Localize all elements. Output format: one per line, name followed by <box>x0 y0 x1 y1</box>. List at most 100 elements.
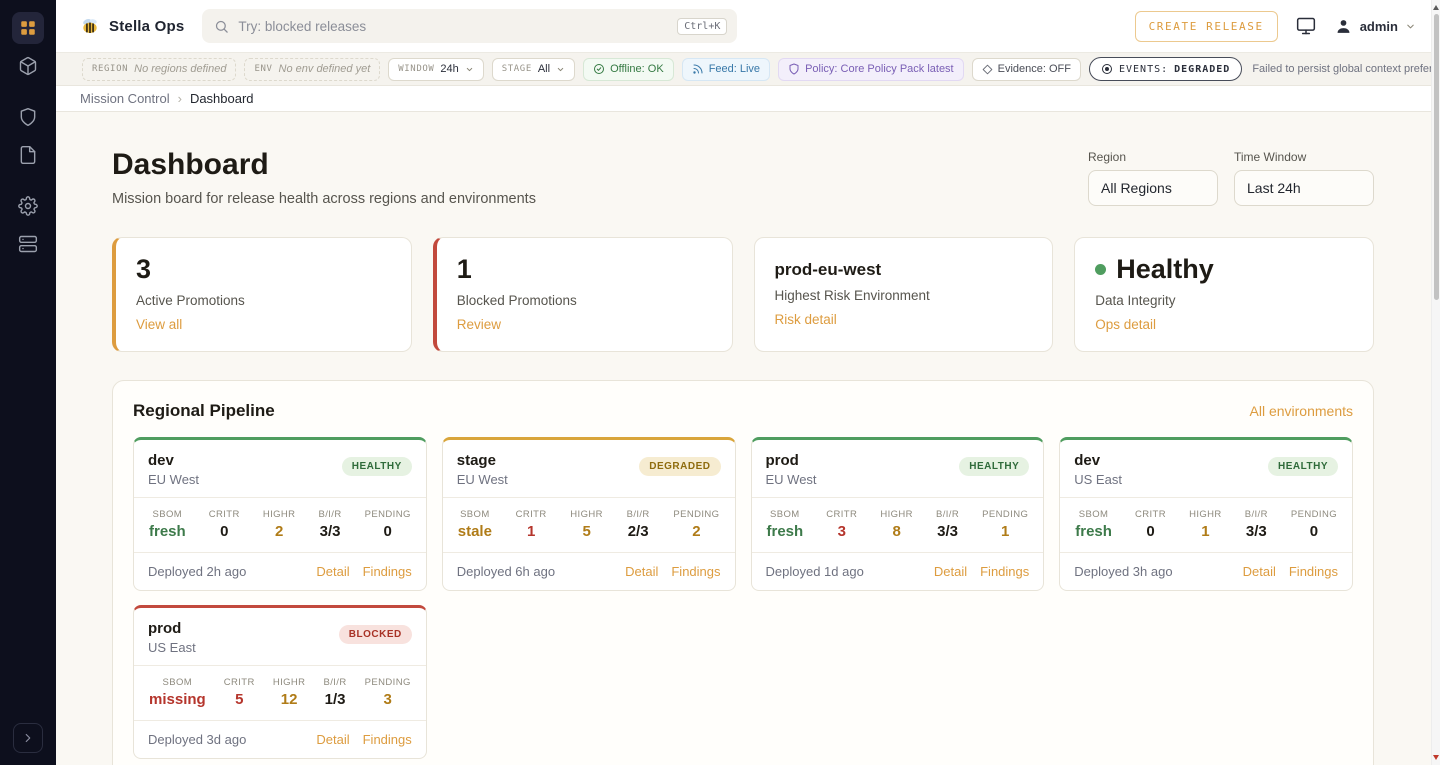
pipeline-card: dev US East HEALTHY SBOMfresh CRITR0 HIG… <box>1059 437 1353 591</box>
pipeline-card: prod EU West HEALTHY SBOMfresh CRITR3 HI… <box>751 437 1045 591</box>
window-filter-chip[interactable]: WINDOW 24h <box>388 58 483 81</box>
ops-detail-link[interactable]: Ops detail <box>1095 317 1156 332</box>
deployed-time: Deployed 2h ago <box>148 564 246 579</box>
check-circle-icon <box>593 63 605 75</box>
region-filter-chip[interactable]: REGION No regions defined <box>82 58 236 81</box>
data-integrity-card: Healthy Data Integrity Ops detail <box>1074 237 1374 352</box>
events-status-pill[interactable]: EVENTS: DEGRADED <box>1089 57 1242 81</box>
user-menu[interactable]: admin <box>1334 17 1416 36</box>
summary-cards: 3 Active Promotions View all 1 Blocked P… <box>112 237 1374 352</box>
findings-link[interactable]: Findings <box>363 732 412 747</box>
scrollbar[interactable] <box>1431 0 1440 765</box>
sbom-value: stale <box>458 523 492 540</box>
findings-link[interactable]: Findings <box>363 564 412 579</box>
evidence-status-chip[interactable]: Evidence: OFF <box>972 58 1081 81</box>
regional-pipeline-panel: Regional Pipeline All environments dev E… <box>112 380 1374 765</box>
environment-name: stage <box>457 452 508 469</box>
detail-link[interactable]: Detail <box>1243 564 1276 579</box>
offline-status-chip[interactable]: Offline: OK <box>583 58 674 81</box>
app-shell: Stella Ops Ctrl+K CREATE RELEASE <box>56 0 1440 765</box>
detail-link[interactable]: Detail <box>625 564 658 579</box>
detail-link[interactable]: Detail <box>934 564 967 579</box>
critr-value: 1 <box>516 523 547 540</box>
shield-icon <box>18 107 38 127</box>
environment-region: US East <box>148 640 196 655</box>
feed-status-chip[interactable]: Feed: Live <box>682 58 770 81</box>
main-content: Dashboard Mission board for release heal… <box>56 112 1440 765</box>
findings-link[interactable]: Findings <box>980 564 1029 579</box>
search-icon <box>214 19 229 34</box>
status-badge: HEALTHY <box>959 457 1029 476</box>
sbom-value: fresh <box>767 523 804 540</box>
detail-link[interactable]: Detail <box>316 564 349 579</box>
detail-link[interactable]: Detail <box>316 732 349 747</box>
bir-value: 3/3 <box>1245 523 1268 540</box>
card-label: Data Integrity <box>1095 293 1353 308</box>
active-promotions-value: 3 <box>136 255 391 285</box>
sbom-value: fresh <box>149 523 186 540</box>
scroll-down-arrow[interactable] <box>1433 755 1439 760</box>
chevron-down-icon <box>556 65 565 74</box>
pending-value: 2 <box>673 523 719 540</box>
sbom-value: fresh <box>1075 523 1112 540</box>
page-filters: Region All Regions Time Window Last 24h <box>1088 150 1374 206</box>
review-link[interactable]: Review <box>457 317 501 332</box>
gear-icon <box>18 196 38 216</box>
time-window-select[interactable]: Last 24h <box>1234 170 1374 206</box>
risk-detail-link[interactable]: Risk detail <box>775 312 837 327</box>
search-shortcut-badge: Ctrl+K <box>677 18 727 35</box>
status-badge: BLOCKED <box>339 625 412 644</box>
sidebar-item-security[interactable] <box>12 101 44 133</box>
sidebar-item-settings[interactable] <box>12 190 44 222</box>
policy-status-chip[interactable]: Policy: Core Policy Pack latest <box>778 58 964 81</box>
scroll-up-arrow[interactable] <box>1433 5 1439 10</box>
highr-value: 12 <box>273 691 306 708</box>
page-title: Dashboard <box>112 148 536 182</box>
global-search[interactable]: Ctrl+K <box>202 9 737 43</box>
sidebar-item-infrastructure[interactable] <box>12 228 44 260</box>
status-badge: HEALTHY <box>342 457 412 476</box>
sidebar-item-releases[interactable] <box>12 50 44 82</box>
environment-name: dev <box>1074 452 1122 469</box>
display-toggle-button[interactable] <box>1296 16 1316 36</box>
all-environments-link[interactable]: All environments <box>1250 403 1354 419</box>
sidebar <box>0 0 56 765</box>
create-release-button[interactable]: CREATE RELEASE <box>1135 11 1278 42</box>
time-window-filter-label: Time Window <box>1234 150 1374 164</box>
scrollbar-thumb[interactable] <box>1434 14 1439 300</box>
pending-value: 3 <box>365 691 411 708</box>
app-title: Stella Ops <box>109 18 184 35</box>
sidebar-expand-button[interactable] <box>13 723 43 753</box>
breadcrumb-mission-control[interactable]: Mission Control <box>80 91 170 106</box>
findings-link[interactable]: Findings <box>671 564 720 579</box>
stage-filter-chip[interactable]: STAGE All <box>492 58 575 81</box>
findings-link[interactable]: Findings <box>1289 564 1338 579</box>
circle-dot-icon <box>1101 63 1113 75</box>
sidebar-item-dashboard[interactable] <box>12 12 44 44</box>
region-select[interactable]: All Regions <box>1088 170 1218 206</box>
breadcrumb-separator: › <box>178 91 182 106</box>
pipeline-card: stage EU West DEGRADED SBOMstale CRITR1 … <box>442 437 736 591</box>
env-filter-chip[interactable]: ENV No env defined yet <box>244 58 380 81</box>
highr-value: 5 <box>570 523 603 540</box>
bir-value: 3/3 <box>318 523 341 540</box>
pending-value: 0 <box>1291 523 1337 540</box>
user-icon <box>1334 17 1353 36</box>
environment-region: EU West <box>766 472 817 487</box>
environment-region: EU West <box>457 472 508 487</box>
sbom-value: missing <box>149 691 206 708</box>
view-all-link[interactable]: View all <box>136 317 182 332</box>
server-icon <box>18 234 38 254</box>
bir-value: 3/3 <box>936 523 959 540</box>
user-name: admin <box>1360 19 1398 34</box>
active-promotions-card: 3 Active Promotions View all <box>112 237 412 352</box>
context-warning-text: Failed to persist global context prefere… <box>1252 63 1440 75</box>
top-actions: CREATE RELEASE admin <box>1135 11 1416 42</box>
package-icon <box>18 56 38 76</box>
search-input[interactable] <box>238 19 668 34</box>
page-header: Dashboard Mission board for release heal… <box>112 148 1374 207</box>
bir-value: 2/3 <box>627 523 650 540</box>
sidebar-item-documents[interactable] <box>12 139 44 171</box>
shield-icon <box>788 63 800 75</box>
deployed-time: Deployed 3h ago <box>1074 564 1172 579</box>
